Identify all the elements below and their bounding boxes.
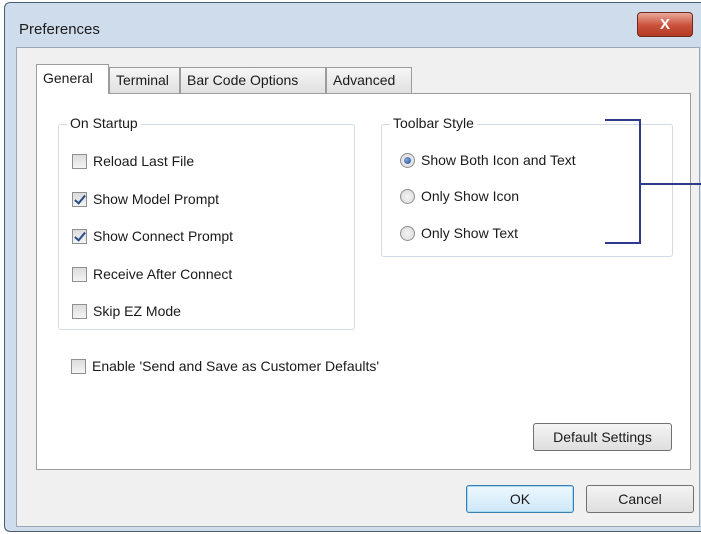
- default-settings-button[interactable]: Default Settings: [533, 423, 672, 451]
- radio-button[interactable]: [400, 225, 415, 241]
- radio-button[interactable]: [400, 152, 415, 168]
- toolbar-style-title: Toolbar Style: [390, 115, 477, 131]
- checkbox-label: Reload Last File: [93, 153, 195, 169]
- tab-bar-code-options-label: Bar Code Options: [187, 72, 299, 88]
- checkbox-label: Show Model Prompt: [93, 191, 220, 207]
- ok-button[interactable]: OK: [466, 485, 574, 513]
- tab-bar-code-options[interactable]: Bar Code Options: [180, 67, 326, 93]
- checkbox-label: Enable 'Send and Save as Customer Defaul…: [92, 358, 380, 374]
- checkbox-box[interactable]: [72, 228, 87, 244]
- only-show-text-radio[interactable]: Only Show Text: [400, 223, 518, 243]
- radio-label: Show Both Icon and Text: [421, 152, 576, 168]
- annotation-bracket: [605, 119, 641, 244]
- annotation-callout-line: [641, 183, 701, 185]
- close-button[interactable]: X: [637, 12, 693, 37]
- tab-general[interactable]: General: [36, 64, 109, 94]
- checkbox-label: Skip EZ Mode: [93, 303, 181, 319]
- receive-after-connect-checkbox[interactable]: Receive After Connect: [72, 264, 232, 284]
- dialog-client-area: General Terminal Bar Code Options Advanc…: [16, 47, 700, 527]
- tab-advanced-label: Advanced: [333, 72, 396, 88]
- checkbox-label: Show Connect Prompt: [93, 228, 234, 244]
- tab-terminal-label: Terminal: [116, 72, 169, 88]
- checkbox-box[interactable]: [72, 266, 87, 282]
- show-connect-prompt-checkbox[interactable]: Show Connect Prompt: [72, 226, 233, 246]
- on-startup-title: On Startup: [67, 115, 141, 131]
- checkbox-label: Receive After Connect: [93, 266, 233, 282]
- reload-last-file-checkbox[interactable]: Reload Last File: [72, 151, 194, 171]
- radio-label: Only Show Text: [421, 225, 519, 241]
- window-title: Preferences: [19, 21, 100, 38]
- close-icon: X: [659, 16, 670, 33]
- tab-general-label: General: [43, 70, 93, 86]
- only-show-icon-radio[interactable]: Only Show Icon: [400, 186, 519, 206]
- show-both-icon-and-text-radio[interactable]: Show Both Icon and Text: [400, 150, 576, 170]
- general-tab-panel: On Startup Reload Last File Show Model P…: [36, 93, 691, 470]
- enable-customer-defaults-checkbox[interactable]: Enable 'Send and Save as Customer Defaul…: [71, 356, 379, 376]
- tab-terminal[interactable]: Terminal: [109, 67, 180, 93]
- tab-advanced[interactable]: Advanced: [326, 67, 412, 93]
- show-model-prompt-checkbox[interactable]: Show Model Prompt: [72, 189, 219, 209]
- radio-label: Only Show Icon: [421, 188, 520, 204]
- preferences-dialog: Preferences X General Terminal Bar Code …: [4, 2, 701, 532]
- checkbox-box[interactable]: [72, 153, 87, 169]
- checkbox-box[interactable]: [72, 191, 87, 207]
- radio-button[interactable]: [400, 188, 415, 204]
- skip-ez-mode-checkbox[interactable]: Skip EZ Mode: [72, 301, 181, 321]
- checkbox-box[interactable]: [72, 303, 87, 319]
- on-startup-group: On Startup Reload Last File Show Model P…: [58, 115, 355, 330]
- checkbox-box[interactable]: [71, 358, 86, 374]
- cancel-button[interactable]: Cancel: [586, 485, 694, 513]
